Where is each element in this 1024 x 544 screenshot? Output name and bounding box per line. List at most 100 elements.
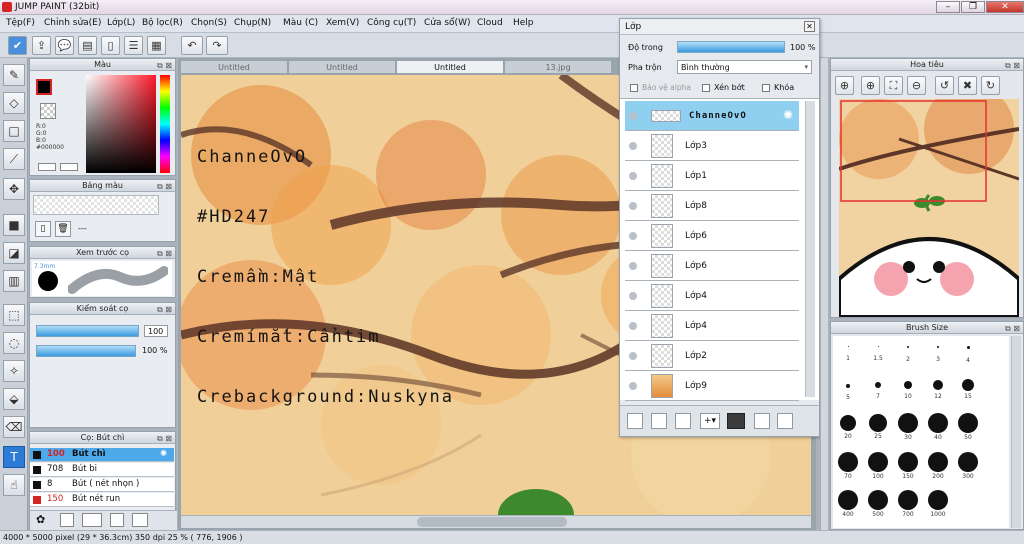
palette-swatches[interactable] bbox=[33, 195, 159, 215]
menu-file[interactable]: Tệp(F) bbox=[6, 18, 35, 28]
brush-size-cell[interactable]: 25 bbox=[865, 414, 891, 440]
layer-row[interactable]: Lớp4 bbox=[625, 311, 799, 341]
brush-size-cell[interactable]: 4 bbox=[955, 346, 981, 364]
visibility-icon[interactable] bbox=[629, 262, 637, 270]
primary-color-swatch[interactable] bbox=[36, 79, 52, 95]
brush-size-cell[interactable]: 12 bbox=[925, 380, 951, 400]
menu-cloud[interactable]: Cloud bbox=[477, 18, 503, 28]
protect-alpha-checkbox[interactable] bbox=[630, 84, 638, 92]
brush-copy-icon[interactable] bbox=[110, 513, 124, 527]
brush-settings-icon[interactable]: ✺ bbox=[160, 448, 167, 461]
navigator-preview[interactable] bbox=[839, 99, 1019, 317]
grid-icon[interactable]: ▦ bbox=[147, 36, 166, 55]
horizontal-scroll-thumb[interactable] bbox=[417, 517, 567, 527]
color-saturation-field[interactable] bbox=[86, 75, 156, 173]
brush-size-cell[interactable]: 300 bbox=[955, 452, 981, 480]
secondary-color-swatch[interactable] bbox=[40, 103, 56, 119]
blend-mode-select[interactable]: Bình thường ▾ bbox=[677, 60, 812, 74]
brush-size-cell[interactable]: 500 bbox=[865, 490, 891, 518]
canvas-vertical-scrollbar[interactable] bbox=[820, 58, 828, 530]
brush-item[interactable]: 8 Bút ( nét nhọn ) bbox=[30, 478, 174, 492]
close-button[interactable]: ✕ bbox=[986, 1, 1024, 13]
text-tool-icon[interactable]: T bbox=[3, 446, 25, 468]
maximize-button[interactable]: ❐ bbox=[961, 1, 985, 13]
visibility-icon[interactable] bbox=[629, 142, 637, 150]
brush-size-cell[interactable]: 7 bbox=[865, 382, 891, 400]
brush-size-cell[interactable]: 10 bbox=[895, 381, 921, 400]
brush-size-cell[interactable]: 3 bbox=[925, 346, 951, 363]
brush-type-icon[interactable] bbox=[82, 513, 102, 527]
layer-row[interactable]: Lớp9 bbox=[625, 371, 799, 401]
brush-tool-icon[interactable]: ✎ bbox=[3, 64, 25, 86]
brush-item[interactable]: 150 Bút nét run bbox=[30, 493, 174, 507]
layer-row[interactable]: Lớp1 bbox=[625, 161, 799, 191]
delete-palette-icon[interactable]: 🗑 bbox=[55, 221, 71, 237]
brush-size-cell[interactable]: 1 bbox=[835, 346, 861, 362]
layer-opacity-slider[interactable] bbox=[677, 41, 785, 53]
layer-row[interactable]: Lớp8 bbox=[625, 191, 799, 221]
reset-rotation-icon[interactable]: ✖ bbox=[958, 76, 977, 95]
brush-size-cell[interactable]: 1.5 bbox=[865, 346, 891, 362]
brush-size-cell[interactable]: 200 bbox=[925, 452, 951, 480]
bucket-tool-icon[interactable]: ◪ bbox=[3, 242, 25, 264]
zoom-fit-icon[interactable]: ⊕ bbox=[835, 76, 854, 95]
brush-size-cell[interactable]: 5 bbox=[835, 384, 861, 401]
panel-menu-icon[interactable]: ⧉ ⊠ bbox=[157, 181, 172, 192]
menu-filter[interactable]: Bộ lọc(R) bbox=[142, 18, 183, 28]
brush-item[interactable]: 100 Bút chì ✺ bbox=[30, 448, 174, 462]
visibility-icon[interactable] bbox=[629, 172, 637, 180]
duplicate-layer-icon[interactable] bbox=[754, 413, 770, 429]
brush-item[interactable]: 708 Bút bi bbox=[30, 463, 174, 477]
brush-size-cell[interactable]: 20 bbox=[835, 415, 861, 440]
brush-folder-icon[interactable] bbox=[132, 513, 148, 527]
folder-icon[interactable] bbox=[727, 413, 745, 429]
eraser-tool-icon[interactable]: ◇ bbox=[3, 92, 25, 114]
brush-opacity-slider[interactable] bbox=[36, 345, 136, 357]
rotate-right-icon[interactable]: ↻ bbox=[981, 76, 1000, 95]
visibility-icon[interactable] bbox=[629, 112, 637, 120]
menu-help[interactable]: Help bbox=[513, 18, 534, 28]
brush-size-cell[interactable]: 40 bbox=[925, 413, 951, 441]
lasso-icon[interactable]: ◌ bbox=[3, 332, 25, 354]
brush-size-cell[interactable]: 15 bbox=[955, 379, 981, 400]
menu-edit[interactable]: Chỉnh sửa(E) bbox=[44, 18, 101, 28]
brush-size-cell[interactable]: 30 bbox=[895, 413, 921, 441]
color-mode-button[interactable] bbox=[38, 163, 56, 171]
list-icon[interactable]: ☰ bbox=[124, 36, 143, 55]
brush-size-scrollbar[interactable] bbox=[1011, 336, 1021, 528]
line-tool-icon[interactable]: ⟋ bbox=[3, 148, 25, 170]
layer-row[interactable]: Lớp6 bbox=[625, 221, 799, 251]
fit-window-icon[interactable]: ⛶ bbox=[884, 76, 903, 95]
menu-tools[interactable]: Công cụ(T) bbox=[367, 18, 416, 28]
comment-icon[interactable]: 💬 bbox=[55, 36, 74, 55]
visibility-icon[interactable] bbox=[629, 202, 637, 210]
gradient-tool-icon[interactable]: ▥ bbox=[3, 270, 25, 292]
magic-wand-icon[interactable]: ✧ bbox=[3, 360, 25, 382]
new-brush-icon[interactable] bbox=[60, 513, 74, 527]
brush-size-input[interactable]: 100 bbox=[144, 325, 168, 337]
select-eraser-icon[interactable]: ⌫ bbox=[3, 416, 25, 438]
select-pen-icon[interactable]: ⬙ bbox=[3, 388, 25, 410]
fill-rect-tool-icon[interactable]: ■ bbox=[3, 214, 25, 236]
add-layer-menu-icon[interactable]: +▾ bbox=[700, 413, 720, 429]
tab-document-3[interactable]: Untitled bbox=[396, 60, 504, 74]
layer-panel-close-icon[interactable]: ✕ bbox=[804, 21, 815, 32]
brush-size-cell[interactable]: 150 bbox=[895, 452, 921, 480]
undo-icon[interactable]: ↶ bbox=[181, 36, 203, 55]
visibility-icon[interactable] bbox=[629, 352, 637, 360]
brush-size-cell[interactable]: 50 bbox=[955, 413, 981, 441]
layer-row[interactable]: Lớp4 bbox=[625, 281, 799, 311]
layer-row[interactable]: ChanneOvO ✺ bbox=[625, 101, 799, 131]
lock-checkbox[interactable] bbox=[762, 84, 770, 92]
layer-row[interactable]: Lớp3 bbox=[625, 131, 799, 161]
zoom-out-icon[interactable]: ⊖ bbox=[907, 76, 926, 95]
horizontal-scrollbar[interactable] bbox=[181, 515, 811, 528]
new-layer-icon[interactable] bbox=[627, 413, 643, 429]
zoom-in-icon[interactable]: ⊕ bbox=[861, 76, 880, 95]
panel-menu-icon[interactable]: ⧉ ⊠ bbox=[157, 248, 172, 259]
color-mode-button-2[interactable] bbox=[60, 163, 78, 171]
brush-add-icon[interactable]: ✿ bbox=[36, 513, 45, 526]
new-layer-1bit-icon[interactable] bbox=[675, 413, 691, 429]
menu-view[interactable]: Xem(V) bbox=[326, 18, 359, 28]
panel-menu-icon[interactable]: ⧉ ⊠ bbox=[157, 304, 172, 315]
